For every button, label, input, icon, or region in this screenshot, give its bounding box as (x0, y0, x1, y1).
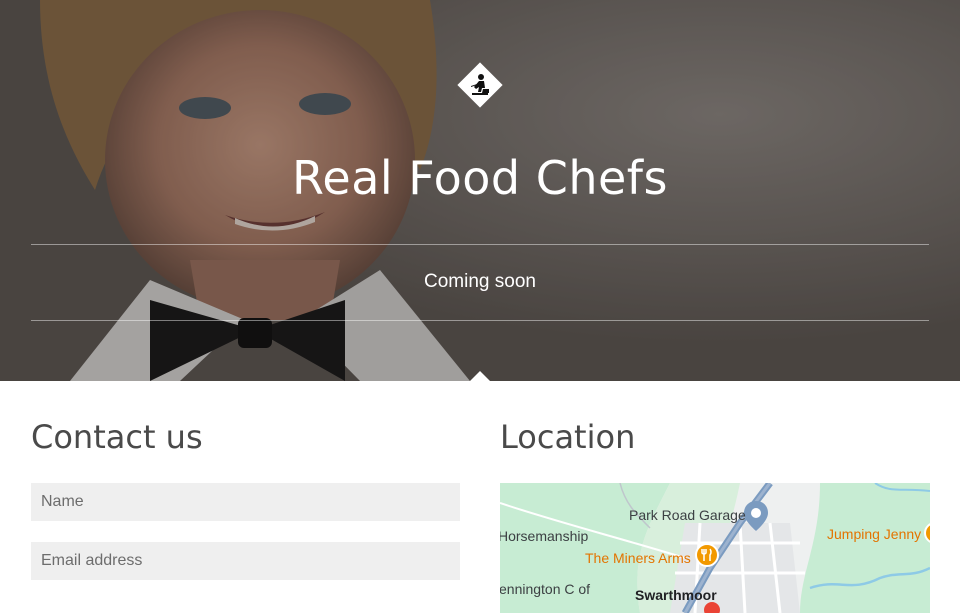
map-pin-icon[interactable] (744, 501, 768, 531)
map-label-jumping-jenny: Jumping Jenny (827, 526, 922, 542)
name-input[interactable] (31, 483, 460, 521)
construction-worker-icon (457, 62, 503, 108)
location-title: Location (500, 418, 636, 456)
map-label-park-road-garage: Park Road Garage (629, 507, 746, 523)
location-map[interactable]: Park Road Garage Horsemanship The Miners… (500, 483, 930, 613)
site-title: Real Food Chefs (292, 151, 668, 205)
map-label-miners-arms: The Miners Arms (585, 550, 691, 566)
restaurant-pin-icon[interactable] (695, 543, 719, 569)
email-input[interactable] (31, 542, 460, 580)
contact-title: Contact us (31, 418, 203, 456)
tagline: Coming soon (424, 271, 536, 292)
restaurant-pin-icon[interactable] (923, 521, 930, 545)
hero-banner: Real Food Chefs Coming soon (0, 0, 960, 381)
map-label-swarthmoor: Swarthmoor (635, 587, 717, 603)
divider-bottom (31, 320, 929, 321)
hero-notch (470, 371, 490, 381)
divider-top (31, 244, 929, 245)
map-label-horsemanship: Horsemanship (500, 528, 589, 544)
map-label-pennington: ennington C of (500, 581, 591, 597)
